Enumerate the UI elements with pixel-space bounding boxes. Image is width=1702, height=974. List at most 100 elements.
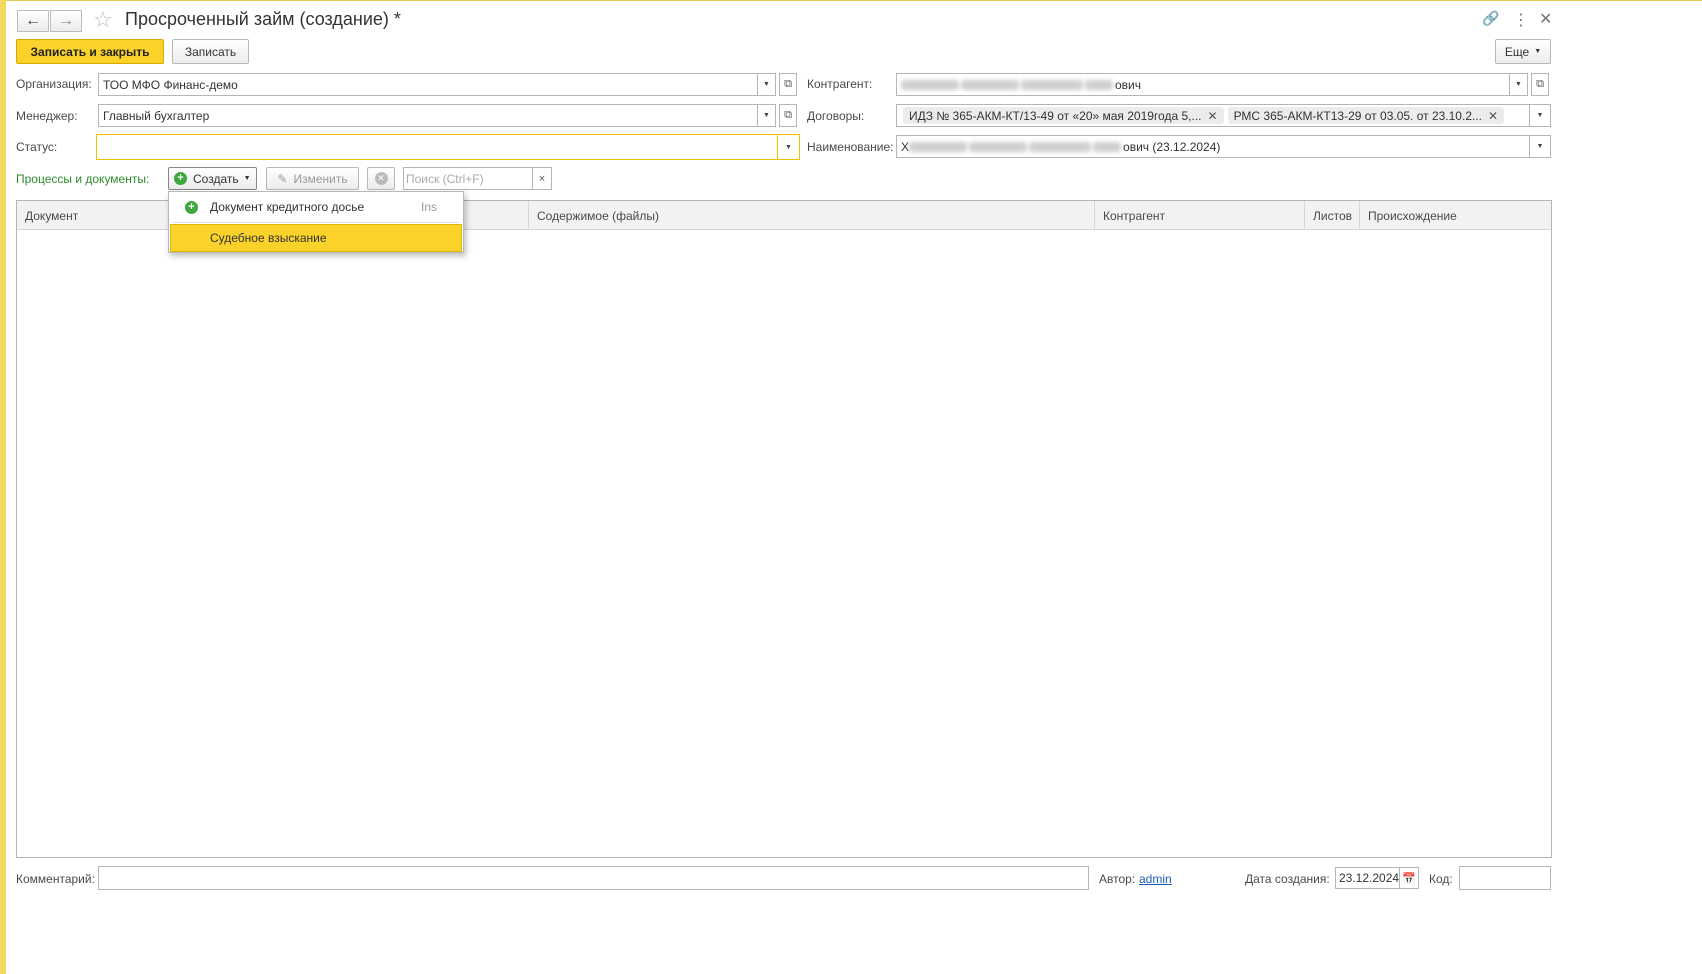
open-window-icon: ⧉	[784, 78, 792, 90]
calendar-icon: 📅	[1402, 872, 1416, 885]
open-window-icon: ⧉	[1536, 78, 1544, 90]
redacted-text	[1093, 141, 1122, 152]
create-label: Создать	[193, 171, 239, 186]
contracts-label: Договоры:	[807, 109, 865, 123]
chevron-down-icon: ▼	[763, 112, 770, 119]
processes-label: Процессы и документы:	[16, 172, 150, 186]
comment-field[interactable]	[98, 866, 1089, 890]
name-label: Наименование:	[807, 140, 894, 154]
arrow-left-icon: ←	[25, 12, 41, 29]
clear-icon: ×	[538, 172, 546, 185]
status-dropdown-button[interactable]: ▼	[778, 134, 800, 160]
creation-date-label: Дата создания:	[1245, 872, 1330, 886]
name-value-suffix: ович (23.12.2024)	[1123, 139, 1221, 154]
documents-table[interactable]: Документ Содержимое (файлы) Контрагент Л…	[16, 200, 1552, 858]
contract-tag[interactable]: РМС 365-АКМ-КТ13-29 от 03.05. от 23.10.2…	[1227, 107, 1505, 124]
more-label: Еще	[1504, 44, 1530, 59]
page-title: Просроченный займ (создание) *	[125, 9, 401, 29]
column-header-sheets[interactable]: Листов	[1305, 201, 1360, 230]
author-label: Автор:	[1099, 872, 1136, 886]
remove-tag-icon[interactable]: ✕	[1208, 109, 1218, 123]
save-and-close-button[interactable]: Записать и закрыть	[16, 39, 164, 64]
delete-circle-icon: ✕	[374, 172, 388, 185]
save-button[interactable]: Записать	[172, 39, 249, 64]
edit-label: Изменить	[293, 171, 348, 186]
add-circle-icon: +	[185, 200, 198, 214]
contracts-field[interactable]: ИДЗ № 365-АКМ-КТ/13-49 от «20» мая 2019г…	[896, 104, 1530, 127]
code-field[interactable]	[1459, 866, 1551, 890]
edit-button[interactable]: ✎ Изменить	[266, 167, 359, 190]
link-icon[interactable]: 🔗	[1482, 10, 1499, 27]
close-icon[interactable]: ✕	[1539, 9, 1552, 29]
redacted-text	[1029, 141, 1092, 152]
organization-label: Организация:	[16, 77, 92, 91]
chevron-down-icon: ▼	[1536, 143, 1544, 150]
chevron-down-icon: ▼	[1515, 81, 1522, 88]
name-value-prefix: Х	[901, 139, 910, 154]
search-clear-button[interactable]: ×	[532, 167, 552, 190]
back-button[interactable]: ←	[17, 10, 49, 32]
status-label: Статус:	[16, 140, 58, 154]
organization-dropdown-button[interactable]: ▼	[758, 73, 776, 96]
arrow-right-icon: →	[58, 12, 74, 29]
redacted-text	[1021, 79, 1083, 90]
column-header-content[interactable]: Содержимое (файлы)	[529, 201, 1095, 230]
manager-open-button[interactable]: ⧉	[779, 104, 797, 127]
column-header-origin[interactable]: Происхождение	[1360, 201, 1551, 230]
counterparty-value-suffix: ович	[1115, 77, 1142, 92]
delete-button[interactable]: ✕	[367, 167, 395, 190]
contracts-dropdown-button[interactable]: ▼	[1530, 104, 1551, 127]
menu-item-label: Судебное взыскание	[210, 231, 327, 245]
menu-divider	[173, 222, 459, 223]
menu-item-credit-dossier-document[interactable]: + Документ кредитного досье Ins	[170, 193, 462, 221]
menu-item-shortcut: Ins	[421, 200, 438, 214]
create-dropdown-menu: + Документ кредитного досье Ins Судебное…	[168, 191, 464, 253]
search-placeholder: Поиск (Ctrl+F)	[406, 171, 484, 186]
contract-tag[interactable]: ИДЗ № 365-АКМ-КТ/13-49 от «20» мая 2019г…	[903, 107, 1224, 124]
forward-button[interactable]: →	[50, 10, 82, 32]
redacted-text	[961, 79, 1019, 90]
create-button[interactable]: + Создать ▼	[168, 167, 257, 190]
more-button[interactable]: Еще ▼	[1495, 39, 1551, 64]
organization-open-button[interactable]: ⧉	[779, 73, 797, 96]
creation-date-field[interactable]: 23.12.2024	[1335, 867, 1400, 889]
counterparty-dropdown-button[interactable]: ▼	[1510, 73, 1528, 96]
add-circle-icon: +	[174, 172, 187, 185]
column-header-counterparty[interactable]: Контрагент	[1095, 201, 1305, 230]
menu-item-court-recovery[interactable]: Судебное взыскание	[170, 224, 462, 252]
open-window-icon: ⧉	[784, 109, 792, 121]
manager-label: Менеджер:	[16, 109, 78, 123]
pencil-icon: ✎	[277, 171, 288, 186]
calendar-button[interactable]: 📅	[1399, 867, 1419, 889]
chevron-down-icon: ▼	[763, 81, 770, 88]
manager-field[interactable]: Главный бухгалтер	[98, 104, 758, 127]
window-left-edge	[0, 0, 6, 974]
search-input[interactable]: Поиск (Ctrl+F)	[403, 167, 533, 190]
counterparty-open-button[interactable]: ⧉	[1531, 73, 1549, 96]
code-label: Код:	[1429, 872, 1453, 886]
comment-label: Комментарий:	[16, 872, 95, 886]
name-field[interactable]: Х ович (23.12.2024)	[896, 135, 1530, 158]
contract-tag-label: РМС 365-АКМ-КТ13-29 от 03.05. от 23.10.2…	[1233, 108, 1482, 123]
organization-field[interactable]: ТОО МФО Финанс-демо	[98, 73, 758, 96]
chevron-down-icon: ▼	[1536, 112, 1544, 119]
redacted-text	[901, 79, 959, 90]
chevron-down-icon: ▼	[1534, 48, 1542, 55]
redacted-text	[1085, 79, 1113, 90]
status-field[interactable]	[96, 134, 778, 160]
manager-dropdown-button[interactable]: ▼	[758, 104, 776, 127]
counterparty-label: Контрагент:	[807, 77, 873, 91]
counterparty-field[interactable]: ович	[896, 73, 1510, 96]
vertical-dots-icon[interactable]: ⋮	[1513, 10, 1529, 30]
chevron-down-icon: ▼	[243, 175, 251, 182]
redacted-text	[909, 141, 968, 152]
name-dropdown-button[interactable]: ▼	[1530, 135, 1551, 158]
redacted-text	[969, 141, 1028, 152]
contract-tag-label: ИДЗ № 365-АКМ-КТ/13-49 от «20» мая 2019г…	[909, 108, 1202, 123]
window-top-edge	[6, 0, 1702, 1]
remove-tag-icon[interactable]: ✕	[1488, 109, 1498, 123]
star-icon[interactable]: ☆	[93, 7, 113, 33]
menu-item-label: Документ кредитного досье	[210, 200, 365, 214]
author-link[interactable]: admin	[1139, 872, 1172, 886]
chevron-down-icon: ▼	[785, 143, 792, 151]
